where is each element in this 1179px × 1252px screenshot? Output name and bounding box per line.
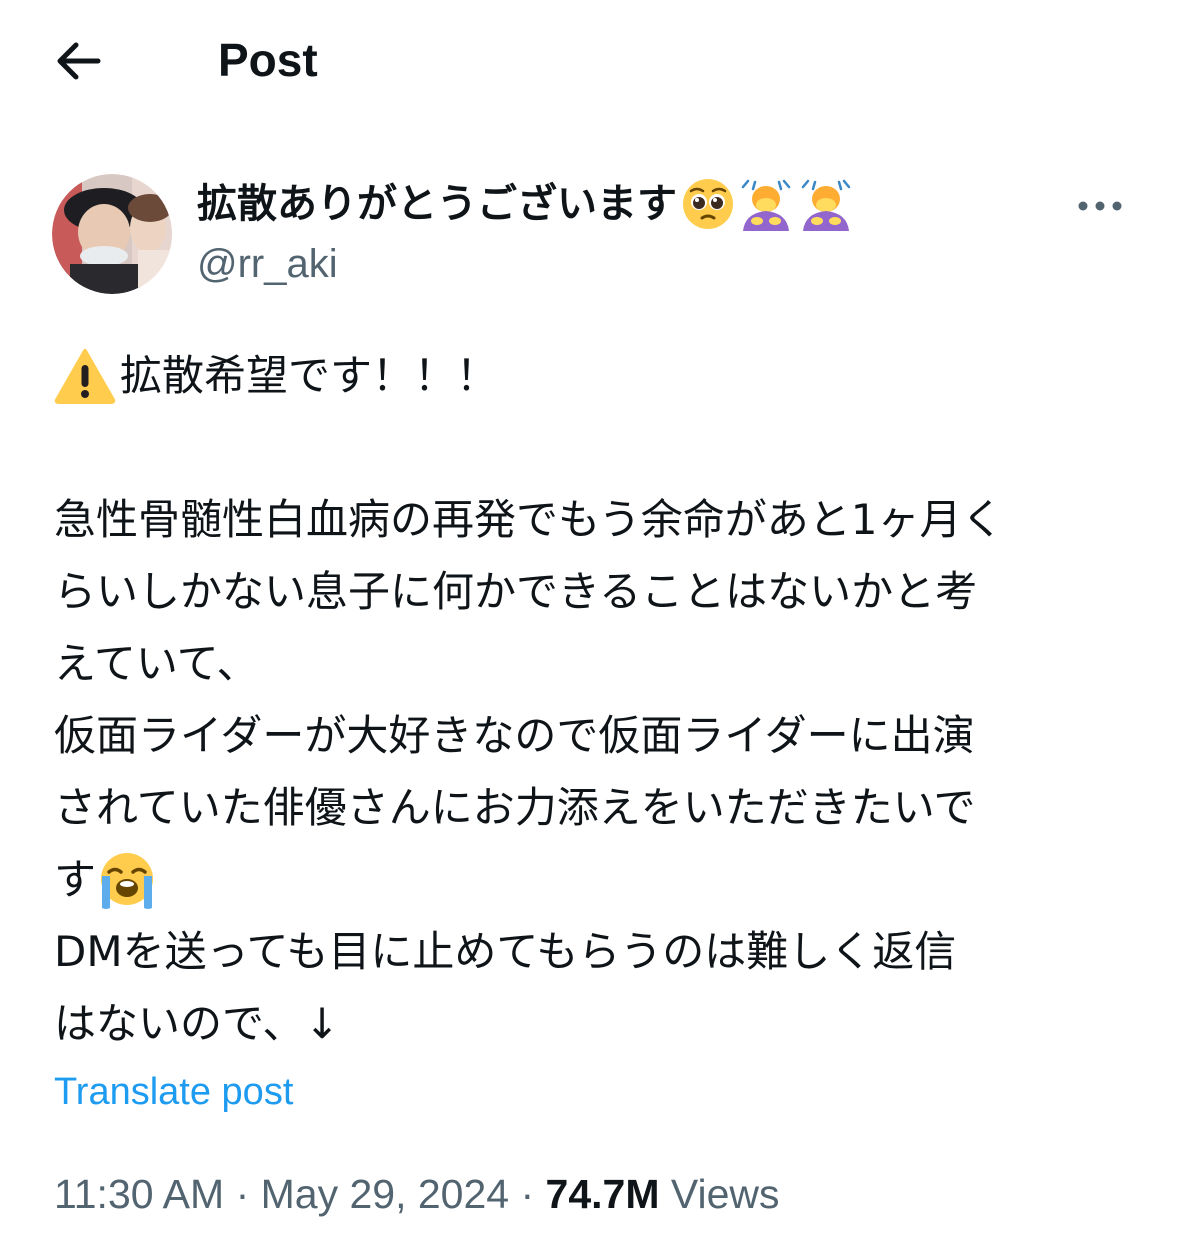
author-handle[interactable]: @rr_aki — [197, 238, 338, 290]
person-bowing-icon — [741, 179, 791, 231]
avatar[interactable] — [52, 174, 172, 294]
post-line: えていて、 — [54, 639, 259, 688]
post-text-line: 拡散希望です！！！ — [120, 351, 499, 400]
page-title: Post — [218, 34, 318, 86]
loudly-crying-face-icon — [101, 853, 154, 909]
translate-post-link[interactable]: Translate post — [54, 1066, 293, 1118]
more-options-button[interactable] — [1070, 186, 1130, 226]
person-bowing-icon — [801, 179, 851, 231]
post-line: 急性骨髄性白血病の再発でもう余命があと1ヶ月く — [54, 495, 1004, 544]
post-line: 仮面ライダーが大好きなので仮面ライダーに出演 — [54, 711, 975, 760]
post-date[interactable]: May 29, 2024 — [261, 1171, 509, 1217]
display-name-text: 拡散ありがとうございます — [197, 181, 677, 227]
views-count: 74.7M — [545, 1171, 660, 1217]
back-button[interactable] — [52, 38, 104, 84]
author-display-name[interactable]: 拡散ありがとうございます — [197, 176, 855, 232]
post-line: す — [54, 844, 1134, 916]
post-meta: 11:30 AM · May 29, 2024 · 74.7M Views — [54, 1166, 780, 1222]
views-label: Views — [659, 1171, 780, 1217]
post-line: らいしかない息子に何かできることはないかと考 — [54, 567, 978, 616]
post-line: DMを送っても目に止めてもらうのは難しく返信 — [54, 927, 957, 976]
post-line: されていた俳優さんにお力添えをいただきたいで — [54, 783, 976, 832]
post-text-line: す — [54, 855, 97, 904]
meta-separator: · — [509, 1171, 546, 1217]
arrow-left-icon — [57, 42, 101, 80]
more-horizontal-icon — [1078, 201, 1122, 211]
post-line: 拡散希望です！！！ — [54, 340, 1134, 412]
warning-icon — [54, 349, 116, 404]
name-emoji-group — [681, 177, 855, 231]
post-line: はないので、↓ — [54, 999, 340, 1048]
top-bar: Post — [0, 0, 1179, 120]
meta-separator: · — [224, 1171, 261, 1217]
post-time[interactable]: 11:30 AM — [54, 1171, 224, 1217]
post-text: 拡散希望です！！！ 急性骨髄性白血病の再発でもう余命があと1ヶ月く らいしかない… — [54, 340, 1134, 1060]
pleading-face-icon — [683, 179, 733, 229]
